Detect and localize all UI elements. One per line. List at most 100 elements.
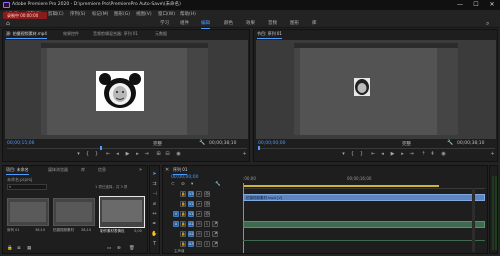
pen-tool-icon[interactable]: ✒: [150, 220, 159, 228]
go-to-out-icon[interactable]: ⇥: [408, 151, 415, 158]
program-timecode[interactable]: 00;00;00;00: [258, 141, 285, 146]
timeline-scrollbar[interactable]: [472, 188, 475, 252]
step-back-icon[interactable]: ◂: [114, 151, 121, 158]
track-target-v1[interactable]: V1: [188, 211, 194, 217]
new-item-icon[interactable]: ⊕: [117, 246, 121, 251]
step-forward-icon[interactable]: ▸: [134, 151, 141, 158]
audio-clip[interactable]: [243, 221, 485, 228]
workspace-graphics[interactable]: 图形: [290, 19, 299, 28]
linked-selection-icon[interactable]: ⊘: [181, 182, 185, 187]
workspace-editing[interactable]: 编辑: [201, 19, 210, 29]
go-to-in-icon[interactable]: ⇤: [105, 151, 112, 158]
track-target-v2[interactable]: V2: [188, 201, 194, 207]
lock-icon[interactable]: 🔒: [180, 241, 186, 247]
wrench-icon[interactable]: 🔧: [447, 140, 453, 146]
ripple-edit-tool-icon[interactable]: ⊣: [150, 190, 159, 198]
lock-icon[interactable]: 🔒: [7, 246, 13, 251]
program-video-frame[interactable]: [256, 40, 496, 139]
close-button[interactable]: ✕: [484, 0, 500, 10]
solo-icon[interactable]: S: [204, 231, 210, 237]
menu-sequence[interactable]: 序列(S): [70, 11, 85, 19]
slip-tool-icon[interactable]: ↔: [150, 210, 159, 218]
hand-tool-icon[interactable]: ✋: [150, 230, 159, 238]
workspace-audio[interactable]: 音频: [268, 19, 277, 28]
program-playhead[interactable]: [258, 146, 260, 150]
home-icon[interactable]: ⌂: [6, 19, 10, 28]
eye-icon[interactable]: 👁: [204, 201, 210, 207]
tab-project[interactable]: 项目: 未命名: [6, 166, 29, 175]
menu-marker[interactable]: 标记(M): [92, 11, 108, 19]
menu-view[interactable]: 视图(V): [136, 11, 152, 19]
timeline-settings-icon[interactable]: 🔧: [215, 182, 221, 187]
timeline-timecode[interactable]: 00;00;00;00: [171, 175, 198, 180]
export-frame-icon[interactable]: ◉: [440, 151, 447, 158]
in-point-icon[interactable]: {: [84, 151, 91, 158]
time-ruler[interactable]: :00;00 00;00;16;00: [243, 175, 485, 189]
icon-view-icon[interactable]: ▦: [27, 246, 31, 251]
program-scrubber[interactable]: [258, 148, 495, 149]
eye-icon[interactable]: 👁: [204, 191, 210, 197]
workspace-color[interactable]: 颜色: [224, 19, 233, 28]
marker-icon[interactable]: ▾: [75, 151, 82, 158]
play-icon[interactable]: ▶: [389, 151, 396, 158]
button-editor-icon[interactable]: +: [241, 151, 248, 158]
search-icon[interactable]: ⌕: [486, 19, 489, 28]
overwrite-icon[interactable]: ⊟: [164, 151, 171, 158]
wrench-icon[interactable]: 🔧: [199, 140, 205, 146]
step-forward-icon[interactable]: ▸: [399, 151, 406, 158]
microphone-icon[interactable]: 🎤: [212, 231, 218, 237]
extract-icon[interactable]: ⇞: [429, 151, 436, 158]
menu-help[interactable]: 帮助(H): [180, 11, 196, 19]
tab-audio-clip-mixer[interactable]: 音频剪辑混合器: 序列 01: [93, 30, 138, 38]
snap-icon[interactable]: ⊂: [171, 182, 175, 187]
solo-icon[interactable]: S: [204, 221, 210, 227]
tab-effect-controls[interactable]: 效果控件: [63, 30, 79, 38]
close-tab-icon[interactable]: ✕: [165, 166, 169, 174]
insert-icon[interactable]: ⊞: [155, 151, 162, 158]
lock-icon[interactable]: 🔒: [180, 221, 186, 227]
tab-media-browser[interactable]: 媒体浏览器: [48, 166, 68, 174]
tab-libraries[interactable]: 库: [81, 166, 85, 174]
source-timecode[interactable]: 00;00;15;06: [7, 141, 34, 146]
go-to-out-icon[interactable]: ⇥: [143, 151, 150, 158]
project-item-thumbnail[interactable]: [53, 198, 95, 226]
project-item-thumbnail[interactable]: [7, 198, 49, 226]
track-select-tool-icon[interactable]: ⇉: [150, 180, 159, 188]
selection-tool-icon[interactable]: ➤: [150, 170, 159, 178]
add-marker-icon[interactable]: ▾: [191, 182, 193, 187]
work-area-bar[interactable]: [243, 185, 439, 187]
workspace-effects[interactable]: 效果: [246, 19, 255, 28]
video-clip[interactable]: 拍摄视频素材.mp4 [V]: [243, 194, 485, 201]
mute-icon[interactable]: M: [196, 221, 202, 227]
lock-icon[interactable]: 🔒: [180, 201, 186, 207]
menu-clip[interactable]: 剪辑(C): [48, 11, 64, 19]
play-icon[interactable]: ▶: [124, 151, 131, 158]
tab-program[interactable]: 节目: 序列 01: [257, 30, 282, 39]
microphone-icon[interactable]: 🎤: [212, 221, 218, 227]
export-frame-icon[interactable]: ◉: [175, 151, 182, 158]
source-video-frame[interactable]: [5, 40, 248, 139]
maximize-button[interactable]: ☐: [468, 0, 484, 10]
workspace-libraries[interactable]: 库: [312, 19, 317, 28]
minimize-button[interactable]: —: [452, 0, 468, 10]
lock-icon[interactable]: 🔒: [180, 191, 186, 197]
mute-icon[interactable]: M: [196, 241, 202, 247]
sync-lock-icon[interactable]: ⇄: [196, 191, 202, 197]
lock-icon[interactable]: 🔒: [180, 231, 186, 237]
panel-menu-icon[interactable]: »: [139, 166, 142, 174]
mute-icon[interactable]: M: [196, 231, 202, 237]
track-target-a2[interactable]: A2: [188, 231, 194, 237]
marker-icon[interactable]: ▾: [340, 151, 347, 158]
menu-window[interactable]: 窗口(W): [158, 11, 175, 19]
new-bin-icon[interactable]: ▭: [107, 246, 111, 251]
in-point-icon[interactable]: {: [349, 151, 356, 158]
out-point-icon[interactable]: }: [358, 151, 365, 158]
lift-icon[interactable]: ⇡: [420, 151, 427, 158]
source-patch-a1[interactable]: A: [173, 221, 179, 227]
source-patch-v1[interactable]: V: [173, 211, 179, 217]
solo-icon[interactable]: S: [204, 241, 210, 247]
tab-source[interactable]: 源: 拍摄视频素材.mp4: [6, 30, 47, 39]
go-to-in-icon[interactable]: ⇤: [370, 151, 377, 158]
tab-metadata[interactable]: 元数据: [155, 30, 167, 38]
sync-lock-icon[interactable]: ⇄: [196, 211, 202, 217]
